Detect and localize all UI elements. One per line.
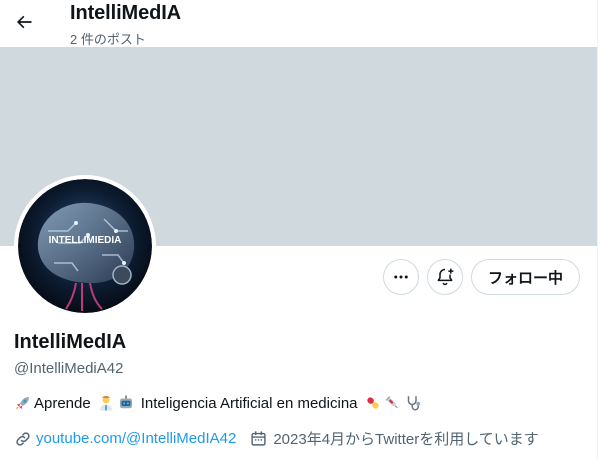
robot-emoji-icon	[119, 395, 132, 409]
profile-meta: youtube.com/@IntelliMedIA42 2023年4月からTwi…	[14, 428, 539, 449]
avatar-brain-image: INTELLIMIEDIA	[18, 179, 152, 313]
link-icon	[16, 431, 30, 446]
stethoscope-emoji-icon	[407, 396, 420, 411]
bell-plus-icon	[437, 268, 454, 286]
notify-button[interactable]	[427, 259, 463, 295]
calendar-icon	[251, 431, 266, 446]
rocket-emoji-icon	[16, 397, 29, 410]
avatar-text: INTELLIMIEDIA	[49, 235, 122, 246]
profile-name: IntelliMedIA	[14, 331, 127, 353]
following-button[interactable]: フォロー中	[471, 259, 580, 295]
profile-handle: @IntelliMediA42	[14, 360, 124, 377]
bio-prefix: Aprende	[34, 394, 91, 412]
more-icon	[394, 275, 408, 279]
arrow-left-icon	[17, 15, 32, 29]
profile-bio: Aprende Inteligencia Artificial en medic…	[14, 394, 424, 412]
syringe-emoji-icon	[385, 396, 398, 409]
back-button[interactable]	[8, 6, 40, 38]
profile-website-link[interactable]: youtube.com/@IntelliMedIA42	[36, 430, 236, 447]
profile-header: IntelliMedIA 2 件のポスト	[0, 0, 597, 47]
bio-text: Inteligencia Artificial en medicina	[140, 394, 358, 412]
doctor-emoji-icon	[99, 396, 112, 411]
column-divider	[597, 0, 598, 459]
more-button[interactable]	[383, 259, 419, 295]
page-title: IntelliMedIA	[70, 2, 182, 24]
post-count: 2 件のポスト	[70, 32, 146, 47]
avatar[interactable]: INTELLIMIEDIA	[14, 175, 156, 317]
pill-emoji-icon	[366, 397, 379, 409]
joined-date: 2023年4月からTwitterを利用しています	[273, 431, 539, 448]
